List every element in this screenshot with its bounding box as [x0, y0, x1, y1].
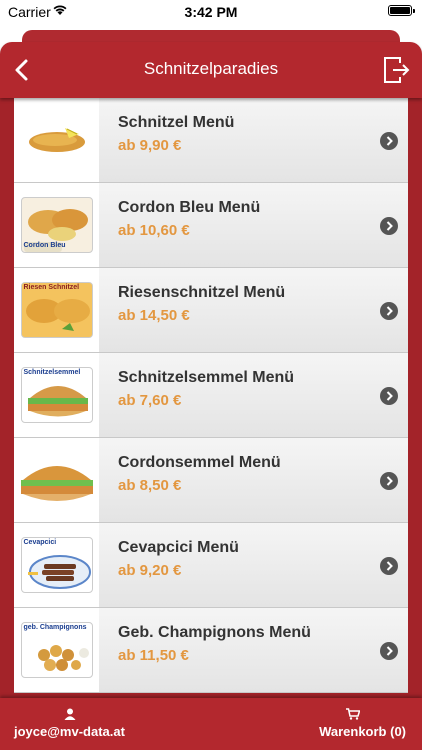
page-title: Schnitzelparadies — [143, 59, 279, 78]
cordonsemmel-image — [20, 466, 93, 501]
battery-icon — [388, 5, 415, 16]
cordon-bleu-image: Cordon Bleu — [20, 197, 93, 253]
schnitzelsemmel-image: Schnitzelsemmel — [20, 367, 93, 423]
menu-list-inner: Schnitzel Menü ab 9,90 € Cordon Bleu Cor… — [14, 98, 408, 693]
list-item[interactable]: Schnitzel Menü ab 9,90 € — [14, 98, 408, 183]
chevron-right-icon — [386, 306, 393, 316]
status-bar: Carrier 3:42 PM — [0, 0, 422, 26]
cart-button[interactable]: Warenkorb (0) — [319, 724, 406, 739]
list-item[interactable]: Schnitzelsemmel Schnitzelsemmel Menü ab … — [14, 353, 408, 438]
logout-button[interactable] — [380, 54, 412, 86]
item-price: ab 9,20 € — [118, 562, 182, 579]
item-thumbnail: Riesen Schnitzel — [14, 268, 99, 352]
back-button[interactable] — [8, 54, 38, 86]
thumb-label: geb. Champignons — [23, 624, 87, 631]
cart-icon — [346, 708, 360, 720]
chevron-right-icon — [386, 221, 393, 231]
chevron-right-button[interactable] — [380, 217, 398, 235]
item-name: Cevapcici Menü — [118, 539, 239, 556]
champignons-image: geb. Champignons — [20, 622, 93, 678]
menu-list[interactable]: Schnitzel Menü ab 9,90 € Cordon Bleu Cor… — [0, 98, 422, 698]
thumb-label: Riesen Schnitzel — [23, 284, 80, 291]
item-name: Schnitzel Menü — [118, 114, 235, 131]
item-name: Cordon Bleu Menü — [118, 199, 261, 216]
chevron-right-icon — [386, 136, 393, 146]
list-item[interactable]: Cevapcici Cevapcici Menü ab 9,20 € — [14, 523, 408, 608]
header-bar: Schnitzelparadies — [0, 42, 422, 98]
schnitzel-image — [28, 128, 85, 152]
chevron-right-button[interactable] — [380, 302, 398, 320]
item-price: ab 8,50 € — [118, 477, 182, 494]
list-item[interactable]: geb. Champignons Geb. Champignons Menü a… — [14, 608, 408, 693]
list-item[interactable]: Riesen Schnitzel Riesenschnitzel Menü ab… — [14, 268, 408, 353]
chevron-right-icon — [386, 391, 393, 401]
chevron-right-button[interactable] — [380, 472, 398, 490]
status-time: 3:42 PM — [184, 4, 238, 20]
item-price: ab 11,50 € — [118, 647, 189, 664]
list-item[interactable]: Cordon Bleu Cordon Bleu Menü ab 10,60 € — [14, 183, 408, 268]
logout-icon — [384, 57, 410, 83]
user-email-link[interactable]: joyce@mv-data.at — [14, 724, 125, 739]
thumb-label: Schnitzelsemmel — [23, 369, 81, 376]
chevron-right-button[interactable] — [380, 132, 398, 150]
chevron-right-icon — [386, 646, 393, 656]
chevron-left-icon — [15, 59, 28, 81]
chevron-right-button[interactable] — [380, 557, 398, 575]
list-item[interactable]: Cordonsemmel Menü ab 8,50 € — [14, 438, 408, 523]
item-thumbnail: geb. Champignons — [14, 608, 99, 692]
footer-bar: joyce@mv-data.at Warenkorb (0) — [0, 698, 422, 750]
chevron-right-button[interactable] — [380, 387, 398, 405]
item-price: ab 10,60 € — [118, 222, 190, 239]
item-name: Geb. Champignons Menü — [118, 624, 311, 641]
item-name: Schnitzelsemmel Menü — [118, 369, 295, 386]
item-name: Riesenschnitzel Menü — [118, 284, 286, 301]
chevron-right-icon — [386, 561, 393, 571]
item-thumbnail — [14, 98, 99, 182]
item-name: Cordonsemmel Menü — [118, 454, 281, 471]
item-thumbnail: Cevapcici — [14, 523, 99, 607]
item-price: ab 9,90 € — [118, 137, 182, 154]
cevapcici-image: Cevapcici — [20, 537, 93, 593]
riesenschnitzel-image: Riesen Schnitzel — [20, 282, 93, 338]
item-thumbnail — [14, 438, 99, 522]
chevron-right-button[interactable] — [380, 642, 398, 660]
chevron-right-icon — [386, 476, 393, 486]
item-price: ab 7,60 € — [118, 392, 182, 409]
item-price: ab 14,50 € — [118, 307, 190, 324]
user-icon — [64, 708, 76, 720]
thumb-label: Cordon Bleu — [23, 242, 66, 249]
item-thumbnail: Schnitzelsemmel — [14, 353, 99, 437]
thumb-label: Cevapcici — [23, 539, 57, 546]
item-thumbnail: Cordon Bleu — [14, 183, 99, 267]
